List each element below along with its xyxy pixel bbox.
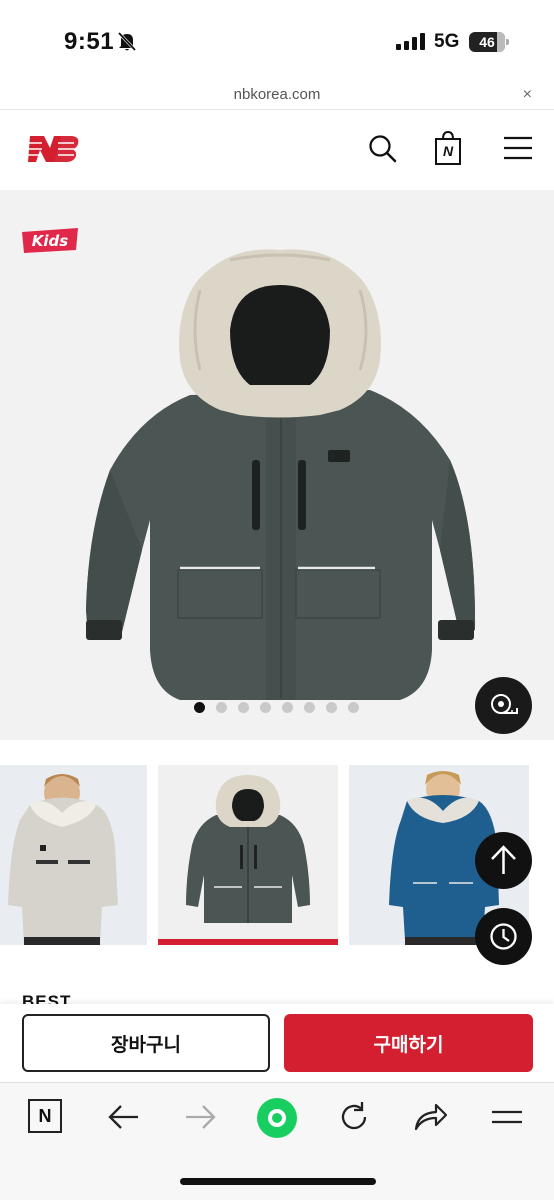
scroll-top-button[interactable] (475, 832, 532, 889)
carousel-dot[interactable] (194, 702, 205, 713)
network-type: 5G (434, 31, 460, 52)
green-home-icon[interactable] (256, 1097, 298, 1139)
arrow-up-icon (491, 845, 516, 874)
status-time: 9:51 (64, 28, 115, 55)
bag-letter: N (442, 143, 454, 159)
naver-n-icon[interactable]: N (28, 1099, 62, 1133)
product-hero-image[interactable]: Kids (0, 190, 554, 740)
battery-icon: 46 (469, 32, 509, 52)
measuring-tape-icon (491, 694, 518, 714)
clock-icon (490, 923, 517, 950)
thumbnail-strip (0, 765, 554, 955)
menu-icon[interactable] (490, 1099, 524, 1135)
size-guide-button[interactable] (475, 677, 532, 734)
thumbnail-gray-parka[interactable] (0, 765, 147, 945)
carousel-dot[interactable] (326, 702, 337, 713)
carousel-dot[interactable] (260, 702, 271, 713)
thumbnail-charcoal-parka[interactable] (158, 765, 338, 945)
boy-gray-parka-image (0, 765, 147, 945)
carousel-dot[interactable] (216, 702, 227, 713)
share-icon[interactable] (412, 1099, 448, 1135)
carousel-dot[interactable] (282, 702, 293, 713)
menu-icon[interactable] (502, 132, 534, 164)
jacket-image (86, 249, 476, 700)
site-header: N (0, 110, 554, 190)
recently-viewed-button[interactable] (475, 908, 532, 965)
charcoal-parka-image (158, 765, 338, 945)
search-icon[interactable] (366, 132, 398, 164)
carousel-dot[interactable] (348, 702, 359, 713)
battery-level: 46 (479, 34, 495, 50)
kids-badge-text: Kids (32, 232, 69, 250)
back-arrow-icon[interactable] (106, 1099, 142, 1135)
url-text[interactable]: nbkorea.com (0, 86, 554, 103)
bell-muted-icon (117, 31, 137, 52)
naver-n-letter: N (38, 1106, 52, 1126)
purchase-action-bar: 장바구니 구매하기 (0, 1004, 554, 1082)
cellular-signal-icon (396, 33, 425, 50)
add-to-cart-button[interactable]: 장바구니 (22, 1014, 270, 1072)
browser-url-bar[interactable]: nbkorea.com × (0, 80, 554, 110)
kids-badge: Kids (22, 228, 78, 253)
forward-arrow-icon[interactable] (182, 1099, 218, 1135)
home-indicator (180, 1178, 376, 1185)
carousel-dot[interactable] (238, 702, 249, 713)
shopping-bag-icon[interactable]: N (433, 130, 463, 166)
close-icon[interactable]: × (523, 86, 532, 104)
carousel-dot[interactable] (304, 702, 315, 713)
status-bar: 9:51 5G 46 (0, 0, 554, 80)
refresh-icon[interactable] (336, 1099, 372, 1135)
new-balance-logo[interactable] (22, 134, 80, 164)
buy-now-button[interactable]: 구매하기 (284, 1014, 533, 1072)
